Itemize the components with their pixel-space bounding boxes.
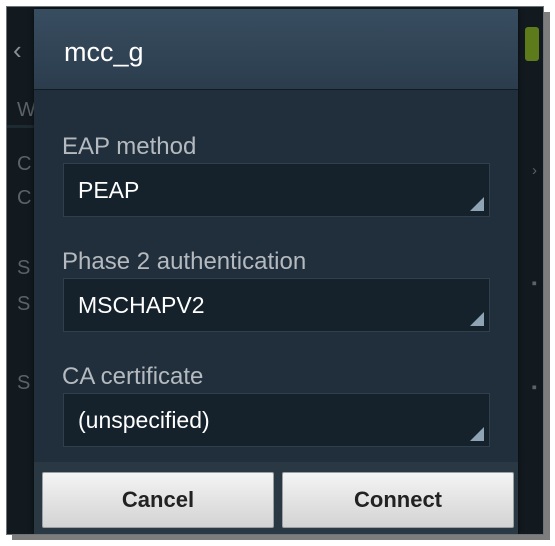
background-text: S	[17, 293, 31, 315]
background-toggle	[525, 27, 539, 61]
background-text: C	[17, 153, 32, 175]
phase2-auth-value: MSCHAPV2	[78, 292, 205, 318]
dialog-title: mcc_g	[64, 37, 144, 67]
wifi-connect-dialog: mcc_g EAP method PEAP Phase 2 authentica…	[34, 9, 518, 534]
lock-icon: ▪	[531, 379, 537, 396]
eap-method-value: PEAP	[78, 177, 140, 203]
dropdown-arrow-icon	[470, 197, 484, 211]
background-text: S	[17, 257, 31, 279]
ca-certificate-select[interactable]: (unspecified)	[63, 393, 490, 447]
lock-icon: ▪	[531, 275, 537, 292]
phase2-auth-select[interactable]: MSCHAPV2	[63, 278, 490, 332]
dialog-button-bar: Cancel Connect	[34, 462, 518, 534]
ca-certificate-value: (unspecified)	[78, 407, 210, 433]
cancel-button[interactable]: Cancel	[42, 472, 274, 528]
background-left-strip: ‹ W C C S S S	[7, 7, 36, 534]
chevron-icon: ›	[532, 162, 537, 179]
background-right-strip: › ▪ ▪	[519, 7, 543, 534]
background-divider	[7, 125, 35, 128]
dropdown-arrow-icon	[470, 427, 484, 441]
screen: ‹ W C C S S S › ▪ ▪ mcc_g EAP method PEA…	[6, 6, 544, 535]
background-text: S	[17, 372, 31, 394]
dialog-title-bar: mcc_g	[34, 9, 518, 90]
dropdown-arrow-icon	[470, 312, 484, 326]
eap-method-label: EAP method	[62, 133, 197, 160]
phase2-auth-label: Phase 2 authentication	[62, 248, 307, 275]
eap-method-select[interactable]: PEAP	[63, 163, 490, 217]
background-text: C	[17, 187, 32, 209]
connect-button[interactable]: Connect	[282, 472, 514, 528]
back-arrow-icon: ‹	[13, 35, 22, 65]
ca-certificate-label: CA certificate	[62, 363, 204, 390]
